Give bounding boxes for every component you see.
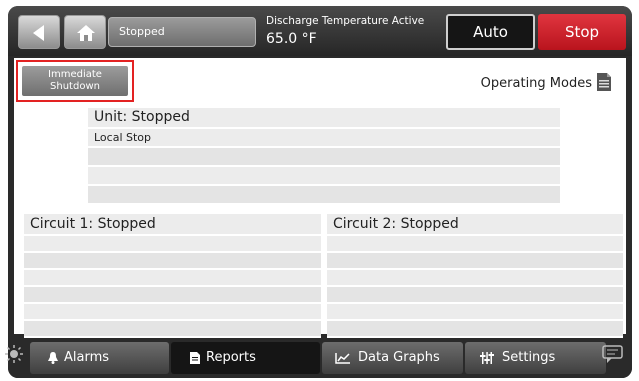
- circuit1-row: [24, 304, 321, 321]
- back-arrow-icon: [33, 25, 44, 41]
- unit-row: [88, 148, 560, 167]
- settings-button[interactable]: Settings: [465, 342, 606, 374]
- circuit2-row: [327, 304, 623, 321]
- unit-status-table: Unit: Stopped Local Stop: [88, 108, 560, 205]
- immediate-shutdown-button[interactable]: Immediate Shutdown: [22, 66, 128, 96]
- screen-frame: Stopped Discharge Temperature Active 65.…: [8, 6, 632, 378]
- operating-modes-label[interactable]: Operating Modes: [481, 76, 592, 91]
- settings-label: Settings: [502, 350, 556, 365]
- unit-row: Local Stop: [88, 129, 560, 148]
- back-button[interactable]: [18, 15, 60, 49]
- auto-button[interactable]: Auto: [446, 14, 535, 50]
- circuit1-row: [24, 287, 321, 304]
- circuit2-row: [327, 287, 623, 304]
- data-graphs-label: Data Graphs: [358, 350, 440, 365]
- unit-row: [88, 167, 560, 186]
- circuit1-row: [24, 253, 321, 270]
- discharge-temp-value: 65.0 °F: [266, 31, 317, 47]
- circuit2-row: [327, 253, 623, 270]
- discharge-temp-label: Discharge Temperature Active: [266, 15, 425, 27]
- unit-row-text: Local Stop: [94, 131, 152, 144]
- data-graphs-button[interactable]: Data Graphs: [322, 342, 463, 374]
- bell-icon: [48, 352, 58, 364]
- circuit2-header-text: Circuit 2: Stopped: [333, 216, 459, 232]
- shutdown-label-line1: Immediate: [48, 69, 102, 80]
- bottom-nav: Alarms Reports Data Graphs Settings: [8, 338, 632, 378]
- home-icon: [77, 25, 95, 41]
- home-button[interactable]: [64, 15, 106, 49]
- unit-header: Unit: Stopped: [88, 108, 560, 129]
- reports-label: Reports: [206, 350, 256, 365]
- circuit2-row: [327, 270, 623, 287]
- circuit1-row: [24, 270, 321, 287]
- stop-button[interactable]: Stop: [538, 14, 626, 50]
- circuit2-status-table: Circuit 2: Stopped: [327, 214, 623, 338]
- reports-button[interactable]: Reports: [171, 342, 320, 374]
- top-bar: Stopped Discharge Temperature Active 65.…: [8, 6, 632, 56]
- main-panel: Immediate Shutdown Operating Modes Unit:…: [14, 58, 626, 338]
- report-icon: [190, 352, 200, 364]
- brightness-icon[interactable]: [4, 344, 24, 364]
- circuit2-row: [327, 236, 623, 253]
- circuit1-status-table: Circuit 1: Stopped: [24, 214, 321, 338]
- chart-icon: [335, 353, 350, 364]
- unit-row: [88, 186, 560, 205]
- circuit1-row: [24, 236, 321, 253]
- sliders-icon: [480, 352, 494, 364]
- message-icon[interactable]: [602, 344, 624, 364]
- shutdown-highlight: Immediate Shutdown: [16, 60, 134, 102]
- circuit2-header: Circuit 2: Stopped: [327, 214, 623, 236]
- circuit1-row: [24, 321, 321, 338]
- document-icon[interactable]: [596, 72, 612, 92]
- alarms-button[interactable]: Alarms: [30, 342, 169, 374]
- status-display: Stopped: [108, 17, 256, 47]
- circuit2-row: [327, 321, 623, 338]
- circuit1-header: Circuit 1: Stopped: [24, 214, 321, 236]
- circuit1-header-text: Circuit 1: Stopped: [30, 216, 156, 232]
- unit-header-text: Unit: Stopped: [94, 109, 190, 125]
- shutdown-label-line2: Shutdown: [50, 81, 100, 92]
- alarms-label: Alarms: [64, 350, 110, 365]
